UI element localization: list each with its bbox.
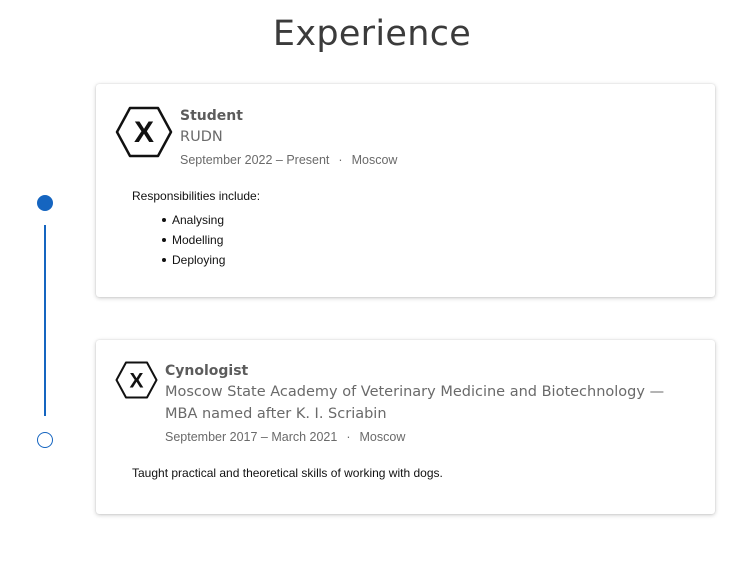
location: Moscow <box>351 153 398 167</box>
hexagon-x-icon: X <box>115 106 173 158</box>
description-text: Taught practical and theoretical skills … <box>132 466 443 480</box>
entry-description: Responsibilities include: Analysing Mode… <box>132 188 260 270</box>
job-role: Cynologist <box>165 363 249 379</box>
responsibility-list: Analysing Modelling Deploying <box>132 210 260 270</box>
timeline-line <box>44 225 46 416</box>
experience-card: X Student RUDN September 2022 – Present ·… <box>96 84 715 297</box>
list-item: Analysing <box>160 210 260 230</box>
location: Moscow <box>359 430 406 444</box>
experience-card: X Cynologist Moscow State Academy of Vet… <box>96 340 715 514</box>
entry-header: Cynologist Moscow State Academy of Veter… <box>165 361 695 445</box>
entry-description: Taught practical and theoretical skills … <box>132 465 443 481</box>
experience-page: Experience X Student RUDN September 2022… <box>0 0 744 588</box>
logo-letter: X <box>129 370 143 393</box>
timeline-marker-current <box>37 195 53 211</box>
date-range: September 2022 – Present <box>180 153 330 167</box>
job-role: Student <box>180 108 243 124</box>
meta-separator: · <box>338 153 343 167</box>
list-item: Modelling <box>160 230 260 250</box>
meta-separator: · <box>346 430 351 444</box>
entry-meta: September 2022 – Present · Moscow <box>180 152 397 168</box>
logo-letter: X <box>134 116 154 149</box>
timeline-marker-past <box>37 432 53 448</box>
hexagon-x-icon: X <box>115 361 158 399</box>
organization: Moscow State Academy of Veterinary Medic… <box>165 384 665 422</box>
date-range: September 2017 – March 2021 <box>165 430 338 444</box>
entry-header: Student RUDN September 2022 – Present · Mo… <box>180 106 397 168</box>
list-item: Deploying <box>160 250 260 270</box>
description-intro: Responsibilities include: <box>132 189 261 203</box>
section-title: Experience <box>272 14 472 54</box>
organization: RUDN <box>180 129 223 145</box>
entry-meta: September 2017 – March 2021 · Moscow <box>165 429 695 445</box>
